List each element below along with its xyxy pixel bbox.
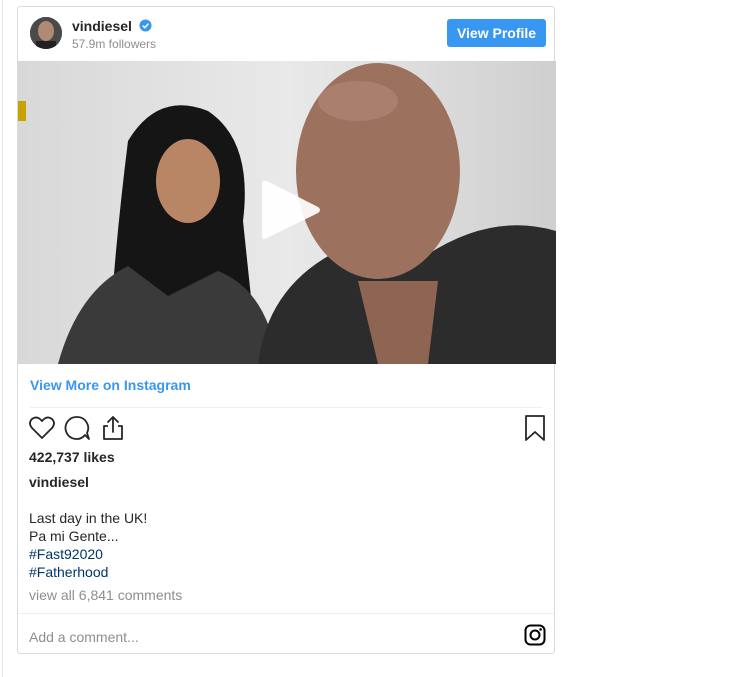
followers-count: 57.9m followers: [72, 37, 157, 51]
bookmark-icon[interactable]: [520, 413, 550, 443]
instagram-glyph-icon[interactable]: [524, 624, 546, 646]
action-bar: [18, 413, 556, 447]
view-more-on-instagram-link[interactable]: View More on Instagram: [30, 377, 191, 393]
verified-badge-icon: [139, 19, 152, 32]
post-video[interactable]: [18, 61, 556, 364]
caption-line: Pa mi Gente...: [29, 528, 119, 544]
post-header: vindiesel 57.9m followers View Profile: [18, 7, 554, 61]
page-left-border: [2, 0, 3, 677]
divider: [30, 407, 542, 408]
view-all-comments-link[interactable]: view all 6,841 comments: [29, 587, 182, 603]
username-header[interactable]: vindiesel: [72, 18, 152, 34]
instagram-embed-card: vindiesel 57.9m followers View Profile V…: [17, 6, 556, 654]
view-profile-button[interactable]: View Profile: [447, 19, 546, 47]
hashtag-link[interactable]: #Fast92020: [29, 545, 147, 563]
comment-icon[interactable]: [62, 413, 92, 443]
add-comment-input[interactable]: Add a comment...: [29, 629, 139, 645]
likes-count[interactable]: 422,737 likes: [29, 449, 115, 465]
share-icon[interactable]: [98, 413, 128, 443]
divider: [18, 613, 554, 614]
caption-line: Last day in the UK!: [29, 510, 148, 526]
username-text[interactable]: vindiesel: [72, 18, 132, 34]
play-icon[interactable]: [258, 175, 324, 245]
caption-username[interactable]: vindiesel: [29, 474, 89, 490]
avatar[interactable]: [30, 17, 62, 49]
heart-icon[interactable]: [27, 413, 57, 443]
hashtag-link[interactable]: #Fatherhood: [29, 563, 147, 581]
post-caption: Last day in the UK! Pa mi Gente... #Fast…: [29, 509, 147, 581]
